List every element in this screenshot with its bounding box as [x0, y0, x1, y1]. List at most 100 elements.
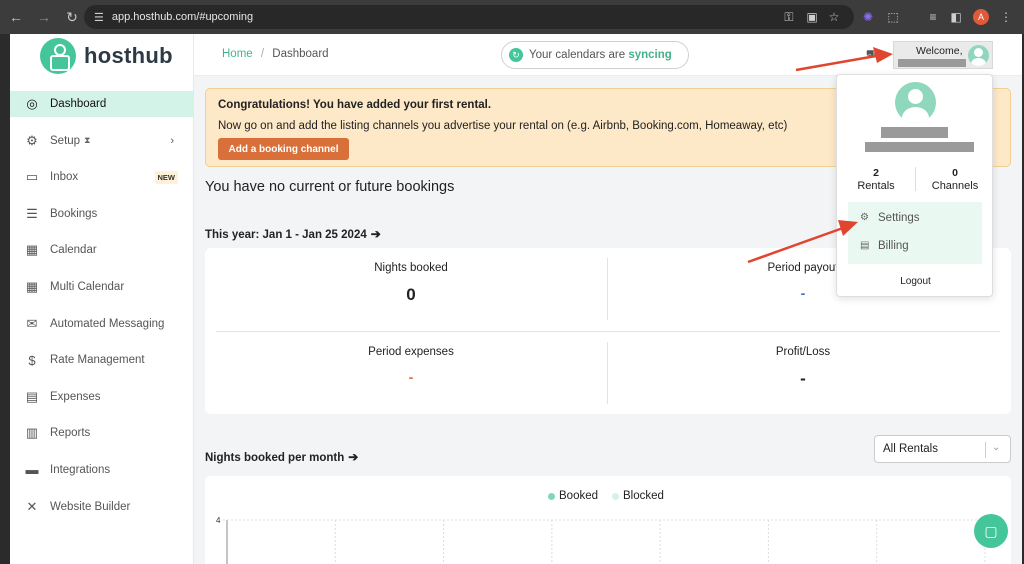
stat-value: - [408, 369, 414, 385]
star-icon[interactable]: ☆ [825, 8, 843, 26]
sync-status-pill[interactable]: ↻ Your calendars are syncing [501, 41, 689, 69]
chat-icon: ▢ [984, 522, 998, 539]
sync-prefix: Your calendars are [529, 49, 626, 61]
sidebar-item-label: Setup [50, 134, 81, 147]
nights-per-month-link[interactable]: Nights booked per month ➔ [205, 450, 358, 464]
redacted-email [865, 142, 974, 152]
logout-link[interactable]: Logout [837, 276, 994, 287]
sidebar-item-label: Reports [50, 427, 91, 440]
sidebar-item-inbox[interactable]: ▭ Inbox NEW [10, 164, 194, 190]
welcome-text: Welcome, [916, 45, 963, 57]
redacted-name [881, 127, 948, 138]
sidebar-item-label: Website Builder [50, 500, 131, 513]
chat-widget-button[interactable]: ▢ [974, 514, 1008, 548]
sidebar-item-label: Multi Calendar [50, 280, 125, 293]
install-icon[interactable]: ▣ [803, 8, 821, 26]
channels-count-label: Channels [931, 180, 979, 192]
car-icon[interactable]: ⛟ [866, 49, 879, 62]
dollar-icon: $ [28, 352, 36, 368]
chevron-down-icon: ⌄ [992, 442, 1001, 453]
divider [607, 258, 608, 320]
address-bar[interactable]: ☰ app.hosthub.com/#upcoming [84, 5, 854, 29]
puzzle-icon[interactable]: ⬚ [884, 8, 902, 26]
browser-toolbar: ← → ↻ ☰ app.hosthub.com/#upcoming ⚿ ▣ ☆ … [0, 0, 1024, 34]
logo[interactable]: hosthub [40, 38, 173, 74]
forward-icon[interactable]: → [32, 5, 56, 29]
extension-icon[interactable]: ✺ [859, 8, 877, 26]
sidebar-item-calendar[interactable]: ▦ Calendar [10, 237, 194, 263]
sidebar-item-integrations[interactable]: ▬ Integrations [10, 457, 194, 483]
kebab-menu-icon[interactable]: ⋮ [997, 8, 1015, 26]
top-header: Home / Dashboard ↻ Your calendars are sy… [194, 34, 1022, 76]
sidebar: hosthub ◎ Dashboard ⚙ Setup ⧗ › ▭ Inbox … [10, 34, 194, 564]
add-booking-channel-button[interactable]: Add a booking channel [218, 138, 349, 160]
back-icon[interactable]: ← [4, 5, 28, 29]
stat-label: Profit/Loss [775, 346, 831, 358]
sidebar-menu: ◎ Dashboard ⚙ Setup ⧗ › ▭ Inbox NEW ☰ Bo… [10, 91, 194, 530]
arrow-right-icon: ➔ [348, 450, 359, 464]
redacted-username [898, 59, 966, 67]
menu-item-label: Billing [878, 239, 909, 252]
alert-title: Congratulations! You have added your fir… [218, 99, 492, 111]
rentals-count: 2 Rentals [837, 167, 915, 192]
list-icon: ☰ [26, 205, 38, 221]
sync-icon: ↻ [509, 48, 523, 62]
channels-count: 0 Channels [916, 167, 994, 192]
breadcrumb-home-link[interactable]: Home [222, 48, 253, 60]
inbox-icon: ▭ [25, 169, 39, 185]
stat-nights-booked: Nights booked 0 [216, 248, 606, 312]
sidebar-item-label: Calendar [50, 244, 97, 257]
reload-icon[interactable]: ↻ [60, 5, 84, 29]
chevron-right-icon: › [170, 134, 174, 147]
menu-item-settings[interactable]: ⚙ Settings [848, 205, 982, 230]
media-icon[interactable]: ≡ [924, 8, 942, 26]
divider [607, 342, 608, 404]
sidebar-item-expenses[interactable]: ▤ Expenses [10, 384, 194, 410]
year-period-link[interactable]: This year: Jan 1 - Jan 25 2024 ➔ [205, 227, 381, 241]
sidebar-item-label: Integrations [50, 463, 111, 476]
sidepanel-icon[interactable]: ◧ [947, 8, 965, 26]
menu-item-label: Settings [878, 211, 920, 224]
breadcrumb: Home / Dashboard [222, 48, 329, 60]
nights-per-month-text: Nights booked per month [205, 452, 345, 464]
sidebar-item-automated-messaging[interactable]: ✉ Automated Messaging [10, 311, 194, 337]
envelope-icon: ✉ [26, 315, 38, 331]
brand-name: hosthub [84, 43, 173, 68]
sync-status-text: Your calendars are syncing [529, 49, 672, 61]
tools-icon: ✕ [26, 498, 38, 514]
gears-icon: ⚙ [26, 132, 38, 148]
sidebar-item-reports[interactable]: ▥ Reports [10, 420, 194, 446]
sidebar-item-bookings[interactable]: ☰ Bookings [10, 201, 194, 227]
breadcrumb-current: Dashboard [272, 48, 329, 60]
calendar-icon: ▦ [25, 242, 39, 258]
sidebar-item-rate-management[interactable]: $ Rate Management [10, 347, 194, 373]
sidebar-item-label: Dashboard [50, 98, 107, 110]
chart-plot: 4 [216, 516, 986, 564]
sidebar-item-setup[interactable]: ⚙ Setup ⧗ › [10, 128, 194, 154]
stat-label: Period expenses [368, 346, 454, 358]
sidebar-item-label: Inbox [50, 171, 79, 184]
calendar-plus-icon: ▦ [25, 278, 39, 294]
rentals-count-value: 2 [873, 167, 879, 179]
menu-item-billing[interactable]: ▤ Billing [848, 233, 982, 258]
dropdown-avatar [895, 82, 936, 123]
logo-icon [40, 38, 76, 74]
app-window: hosthub ◎ Dashboard ⚙ Setup ⧗ › ▭ Inbox … [10, 34, 1022, 564]
sidebar-item-dashboard[interactable]: ◎ Dashboard [10, 91, 194, 117]
profile-avatar[interactable]: A [973, 9, 989, 25]
user-menu-toggle[interactable]: Welcome, [893, 41, 993, 69]
sidebar-item-label: Rate Management [50, 354, 145, 367]
rental-select[interactable]: All Rentals ⌄ [874, 435, 1011, 463]
stat-value: - [800, 369, 806, 388]
sidebar-item-website-builder[interactable]: ✕ Website Builder [10, 494, 194, 520]
sidebar-item-label: Expenses [50, 390, 101, 403]
dropdown-menu: ⚙ Settings ▤ Billing [848, 202, 982, 264]
sidebar-item-multi-calendar[interactable]: ▦ Multi Calendar [10, 274, 194, 300]
key-icon[interactable]: ⚿ [780, 8, 798, 26]
new-badge: NEW [154, 170, 178, 184]
breadcrumb-separator: / [260, 48, 265, 60]
site-info-icon[interactable]: ☰ [94, 11, 104, 24]
y-tick-label: 4 [216, 516, 221, 525]
bar-chart-icon: ▥ [25, 425, 39, 441]
document-icon: ▤ [860, 240, 870, 251]
